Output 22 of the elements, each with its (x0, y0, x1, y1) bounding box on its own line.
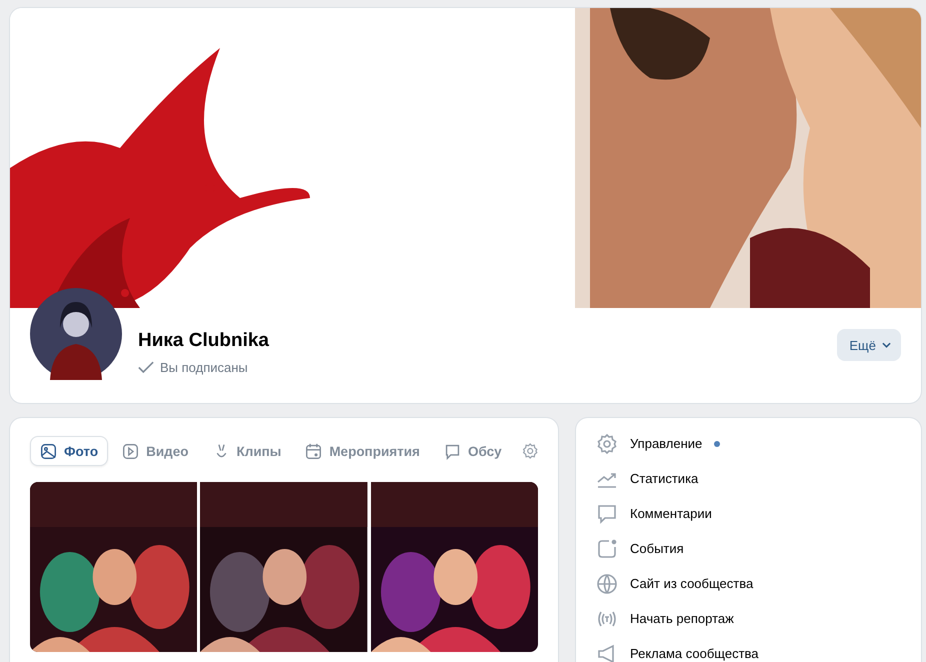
play-icon (122, 442, 140, 460)
speech-bubble-icon (444, 442, 461, 460)
settings-icon[interactable] (522, 442, 538, 460)
check-icon (138, 361, 154, 374)
menu-item[interactable]: Сайт из сообщества (596, 566, 901, 601)
image-icon (40, 442, 57, 460)
menu-item[interactable]: Начать репортаж (596, 601, 901, 636)
menu-item[interactable]: Управление (596, 426, 901, 461)
subscription-status: Вы подписаны (160, 360, 248, 375)
menu-item[interactable]: Статистика (596, 461, 901, 496)
caret-icon (882, 342, 891, 348)
settings-icon (596, 432, 618, 454)
more-button[interactable]: Ещё (837, 329, 901, 361)
menu-item[interactable]: События (596, 531, 901, 566)
globe-icon (596, 572, 618, 594)
community-name: Ника Clubnika (138, 330, 270, 352)
square-dot-icon (596, 538, 618, 560)
menu-item[interactable]: Реклама сообщества (596, 636, 901, 662)
media-tab[interactable]: Фото (30, 436, 108, 466)
speech-bubble-icon (596, 502, 618, 524)
calendar-icon (305, 442, 322, 460)
menu-item[interactable]: Комментарии (596, 496, 901, 531)
